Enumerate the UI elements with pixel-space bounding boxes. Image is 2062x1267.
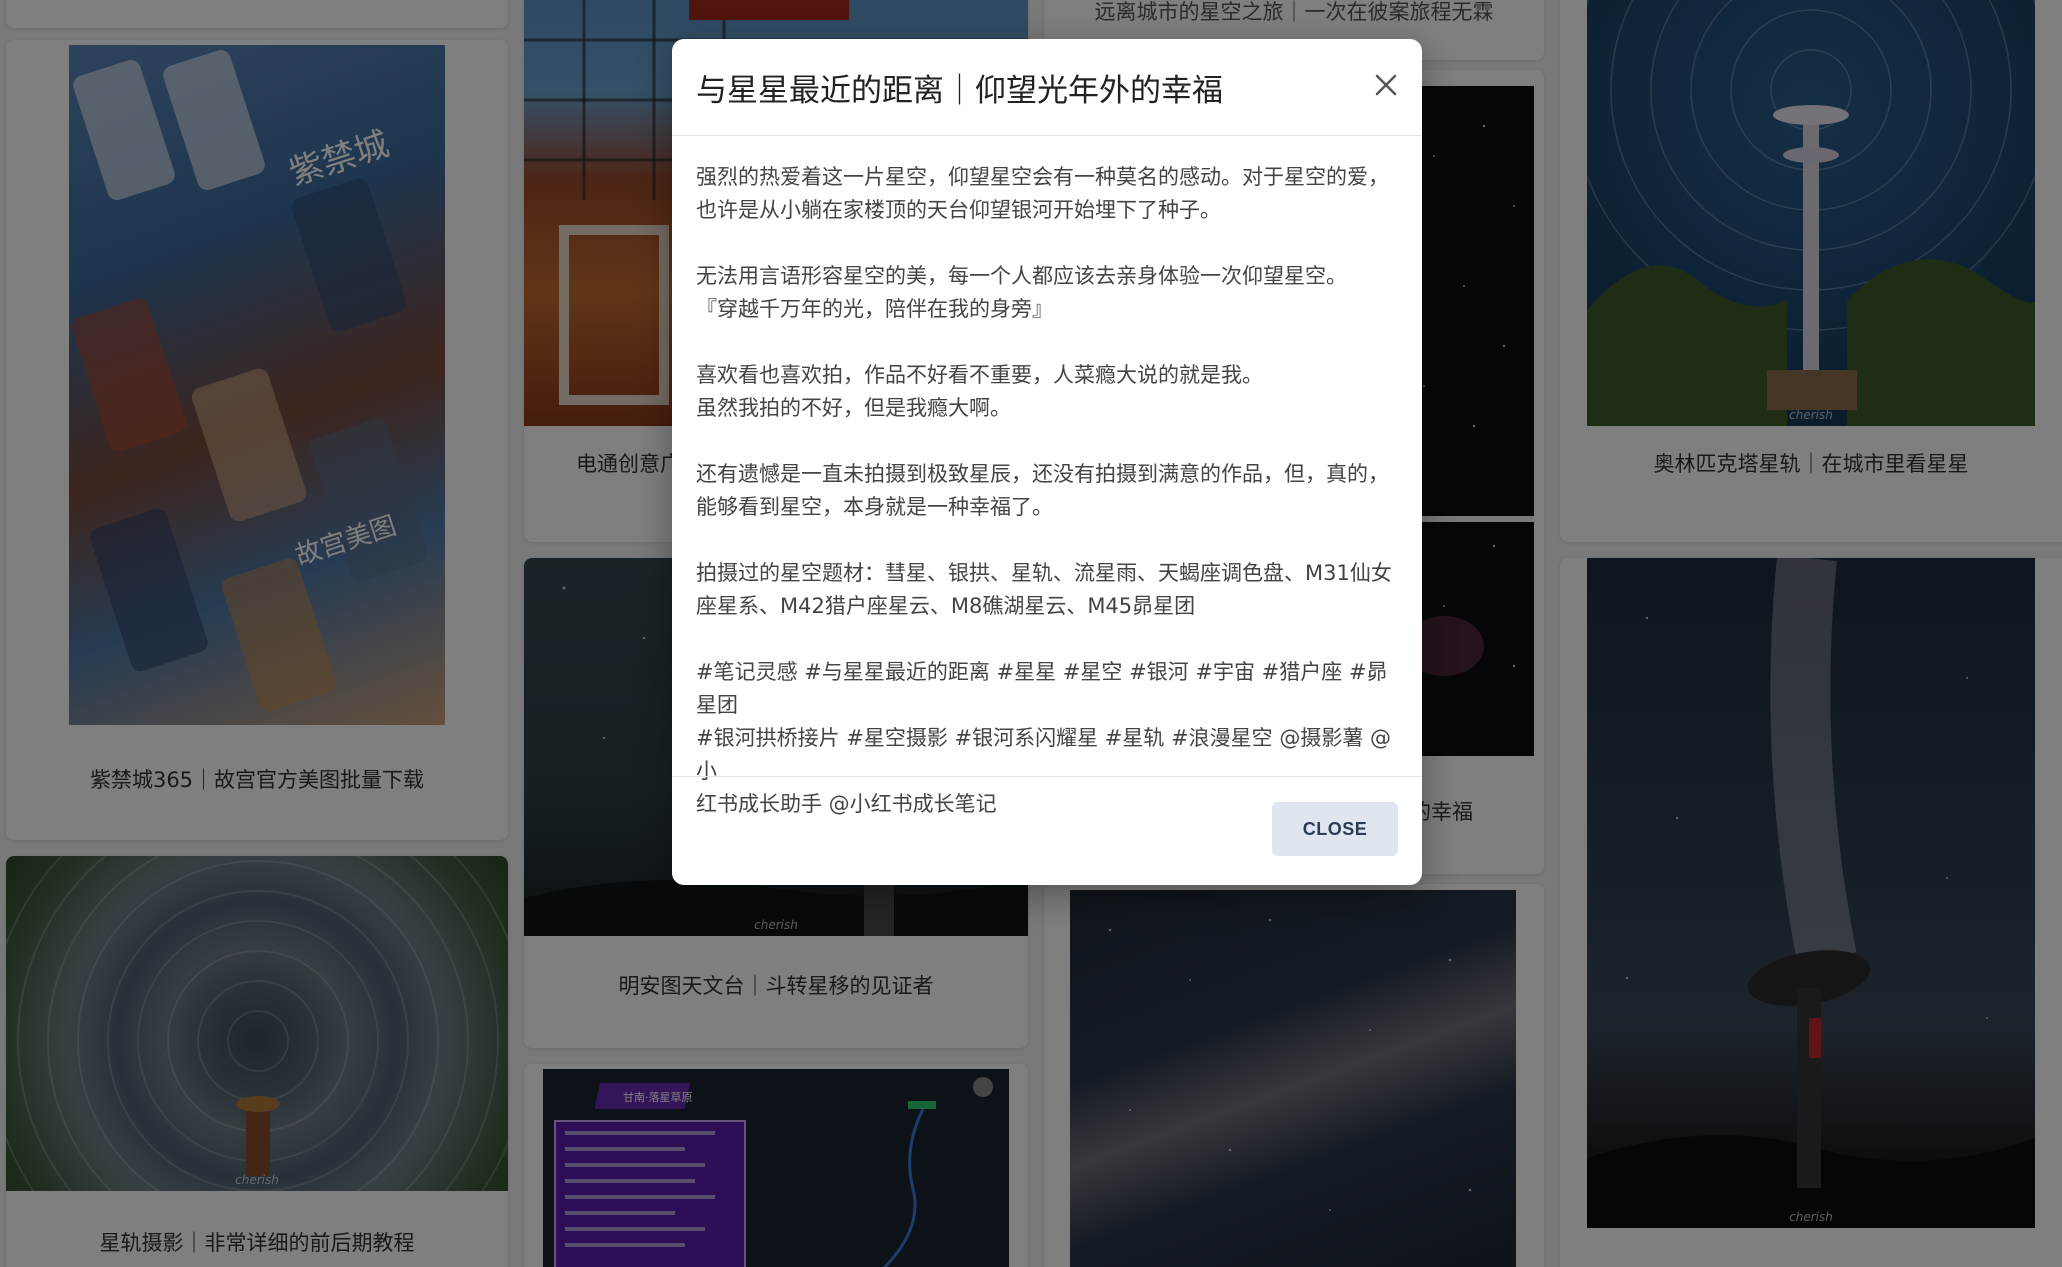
- dialog-footer: CLOSE: [672, 776, 1422, 885]
- close-icon[interactable]: [1368, 67, 1404, 103]
- gallery-page: 紫禁城 故宫美图 紫禁城365｜故宫官方美图批量下载 cherish 星轨摄影｜…: [0, 0, 2062, 1267]
- dialog-header: 与星星最近的距离｜仰望光年外的幸福: [672, 39, 1422, 136]
- dialog-paragraph: 拍摄过的星空题材：彗星、银拱、星轨、流星雨、天蝎座调色盘、M31仙女 座星系、M…: [696, 561, 1392, 618]
- dialog-paragraph: 喜欢看也喜欢拍，作品不好看不重要，人菜瘾大说的就是我。 虽然我拍的不好，但是我瘾…: [696, 363, 1263, 420]
- dialog-paragraph: 无法用言语形容星空的美，每一个人都应该去亲身体验一次仰望星空。 『穿越千万年的光…: [696, 264, 1347, 321]
- dialog-paragraph: 还有遗憾是一直未拍摄到极致星辰，还没有拍摄到满意的作品，但，真的， 能够看到星空…: [696, 462, 1389, 519]
- close-button[interactable]: CLOSE: [1272, 802, 1398, 856]
- dialog-body: 强烈的热爱着这一片星空，仰望星空会有一种莫名的感动。对于星空的爱， 也许是从小躺…: [696, 161, 1398, 854]
- note-dialog: 与星星最近的距离｜仰望光年外的幸福 强烈的热爱着这一片星空，仰望星空会有一种莫名…: [672, 39, 1422, 885]
- dialog-paragraph: 强烈的热爱着这一片星空，仰望星空会有一种莫名的感动。对于星空的爱， 也许是从小躺…: [696, 165, 1389, 222]
- dialog-title: 与星星最近的距离｜仰望光年外的幸福: [696, 73, 1223, 109]
